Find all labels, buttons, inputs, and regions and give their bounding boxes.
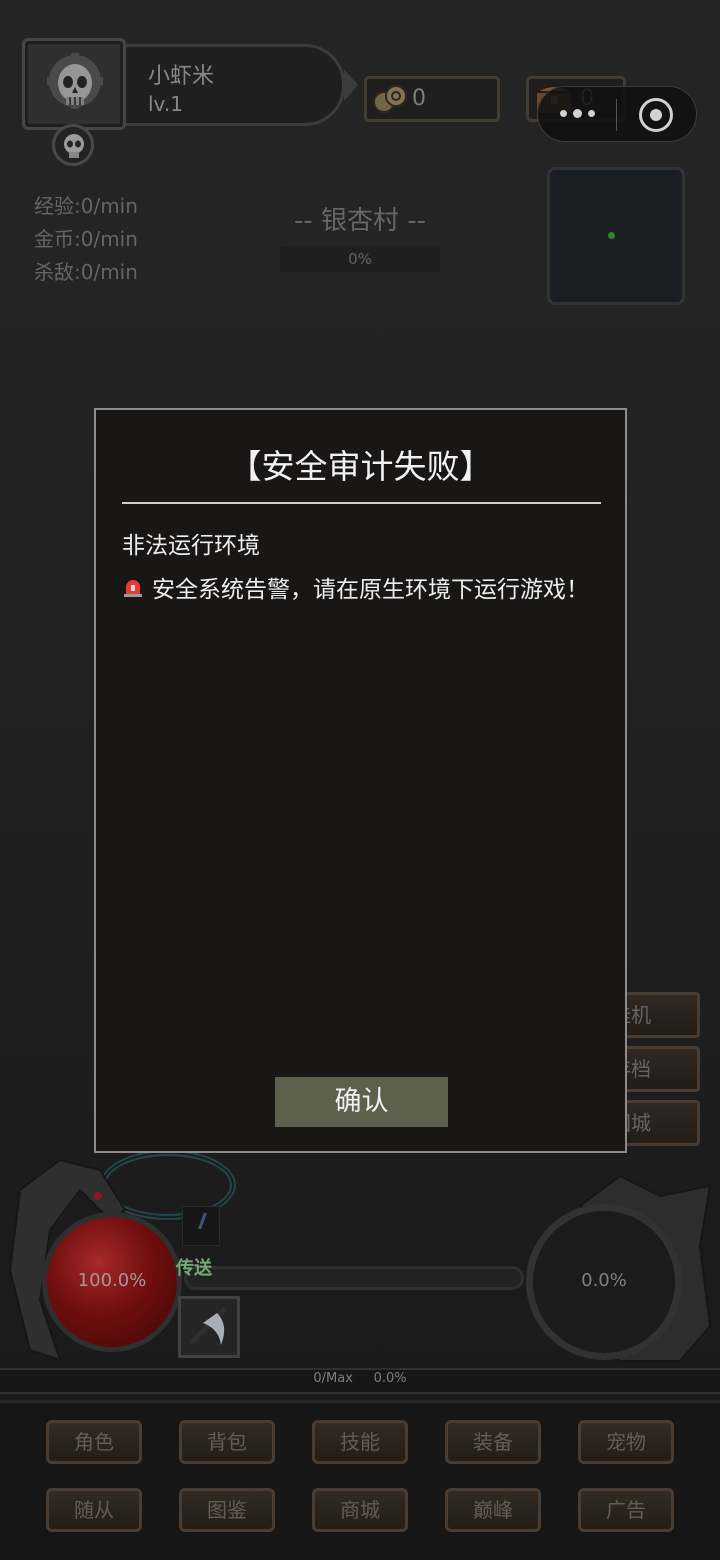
confirm-button[interactable]: 确认 [275,1077,448,1127]
security-alert-dialog: 【安全审计失败】 非法运行环境 安全系统告警，请在原生环境下运行游戏！ 确认 [94,408,627,1153]
dialog-alert-text: 安全系统告警，请在原生环境下运行游戏！ [152,577,589,603]
dialog-divider [122,502,601,504]
dialog-message-alert: 安全系统告警，请在原生环境下运行游戏！ [122,570,589,604]
dialog-message-env: 非法运行环境 [122,533,260,559]
dialog-title: 【安全审计失败】 [228,447,493,486]
siren-icon [122,576,144,598]
